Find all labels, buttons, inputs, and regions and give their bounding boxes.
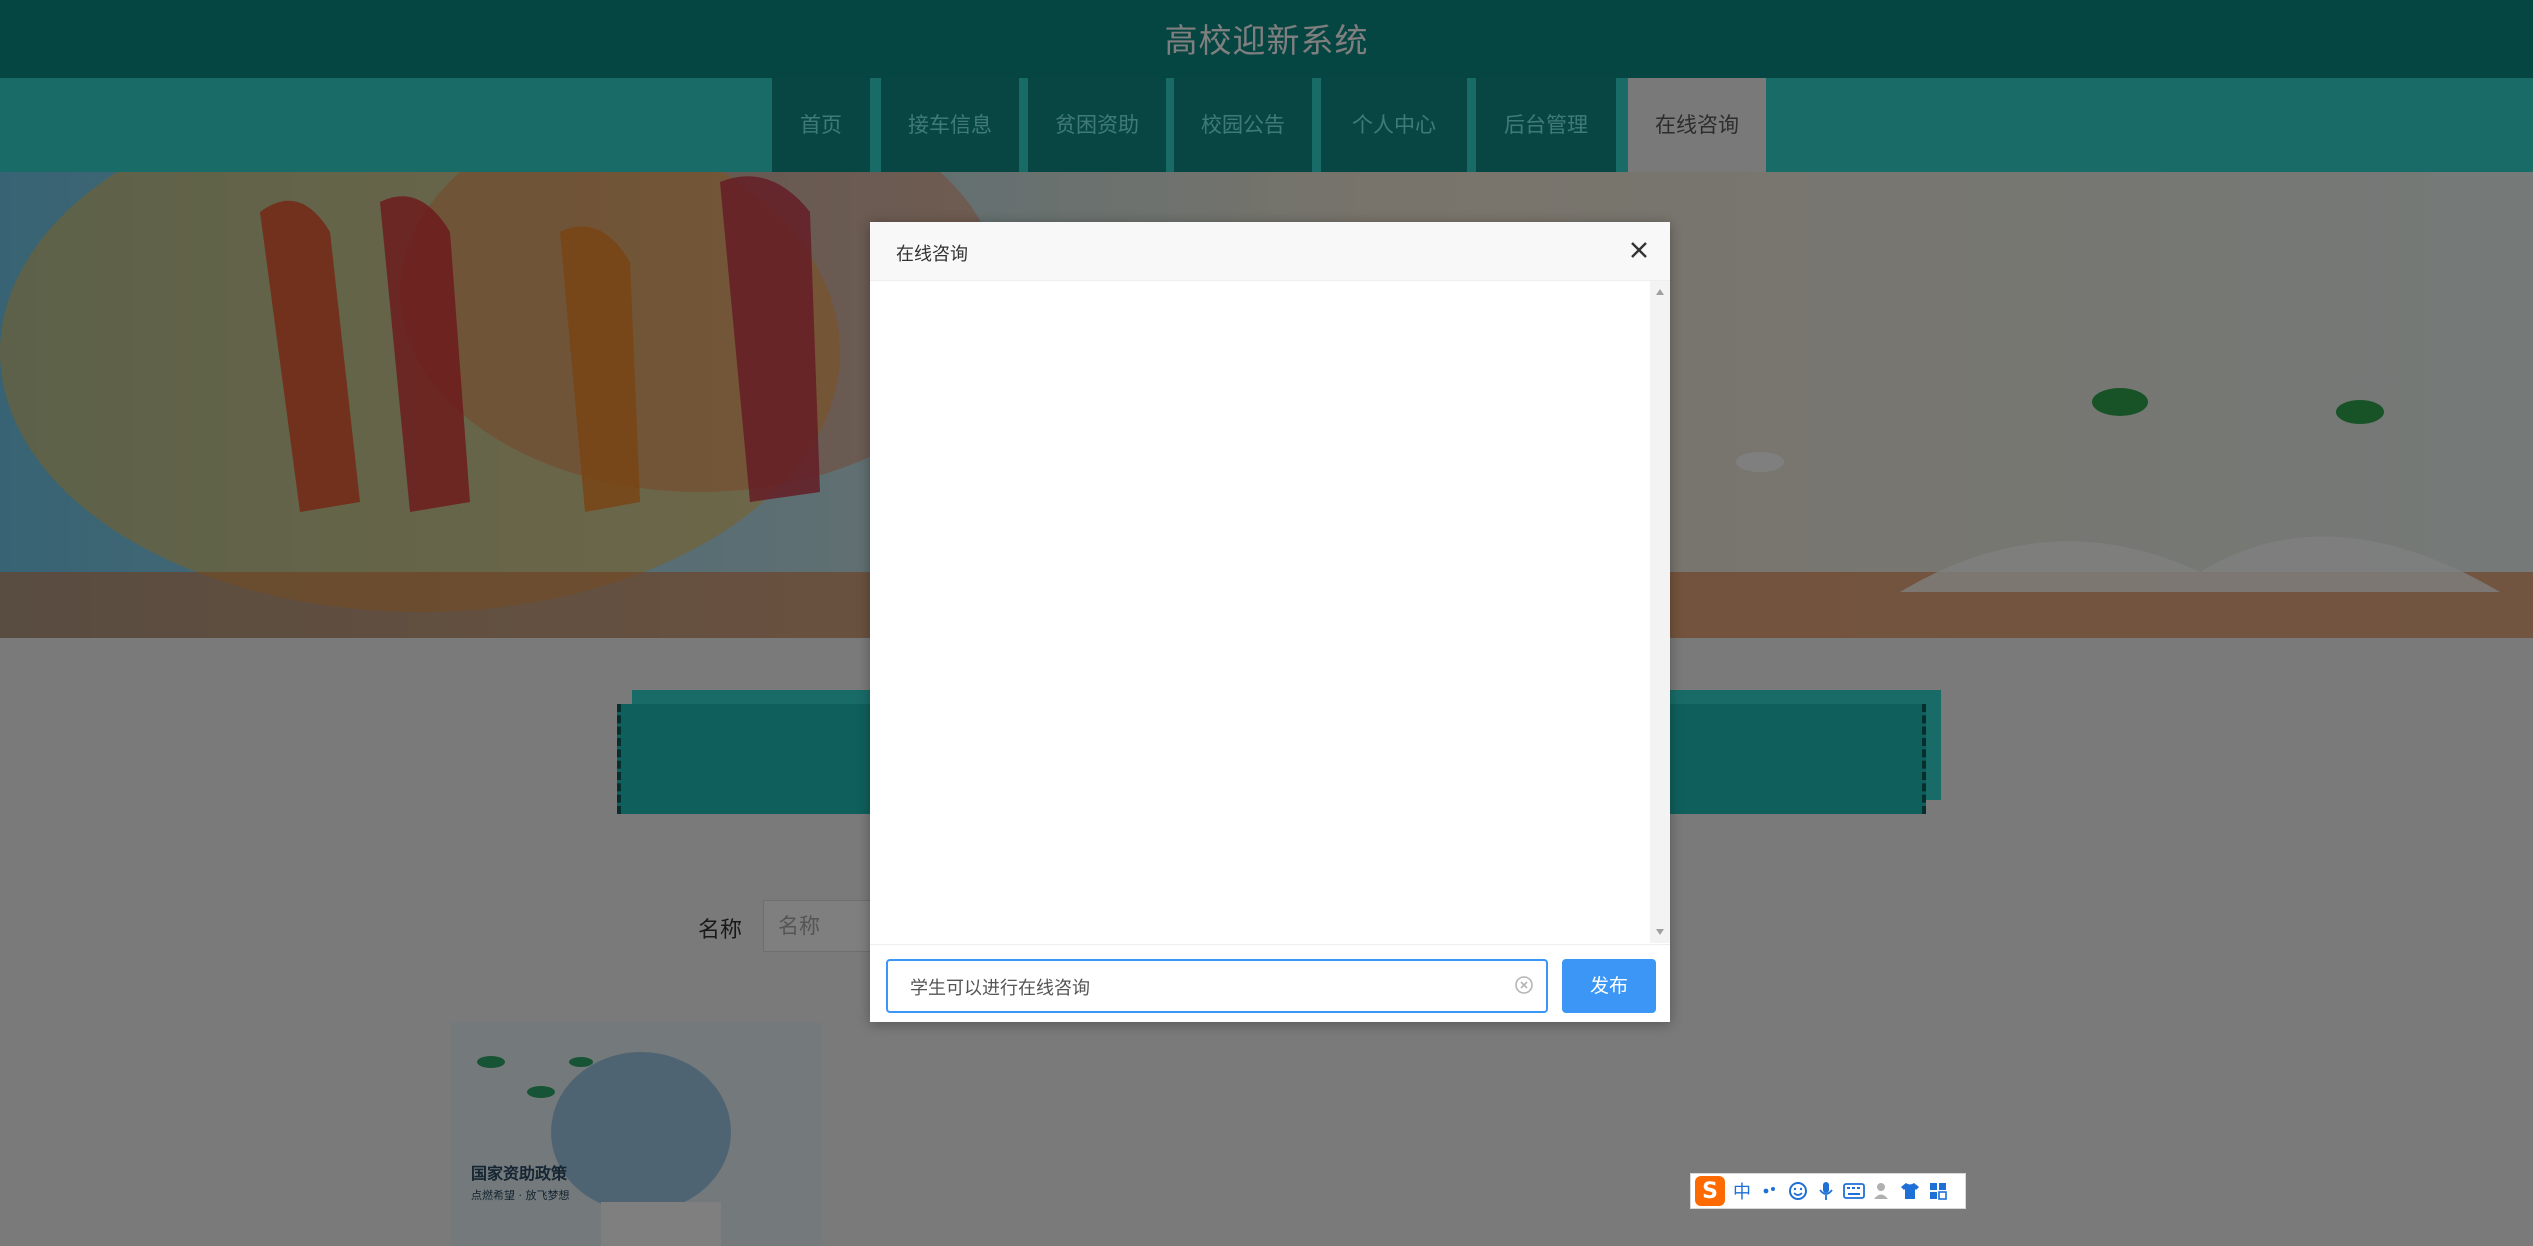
- emoji-icon[interactable]: [1787, 1178, 1809, 1204]
- chat-message-area[interactable]: [870, 281, 1650, 943]
- microphone-icon[interactable]: [1815, 1178, 1837, 1204]
- consult-modal: 在线咨询 发布: [870, 222, 1670, 1022]
- sogou-logo-icon[interactable]: S: [1695, 1176, 1725, 1206]
- modal-footer: 发布: [870, 944, 1670, 1023]
- user-account-icon[interactable]: [1871, 1178, 1893, 1204]
- close-icon[interactable]: [1626, 237, 1652, 263]
- publish-button[interactable]: 发布: [1562, 959, 1656, 1013]
- ime-toolbar: S 中: [1690, 1173, 1966, 1209]
- keyboard-icon[interactable]: [1843, 1178, 1865, 1204]
- toolbox-grid-icon[interactable]: [1927, 1178, 1949, 1204]
- skin-shirt-icon[interactable]: [1899, 1178, 1921, 1204]
- ime-mode-label[interactable]: 中: [1731, 1178, 1753, 1204]
- modal-title: 在线咨询: [896, 244, 968, 265]
- modal-header: 在线咨询: [870, 222, 1670, 281]
- chat-input-container: [886, 959, 1548, 1013]
- clear-input-icon[interactable]: [1514, 975, 1534, 995]
- scroll-up-arrow-icon[interactable]: [1656, 289, 1664, 295]
- chat-message-input[interactable]: [908, 961, 1502, 1013]
- scroll-down-arrow-icon[interactable]: [1656, 929, 1664, 935]
- chat-scrollbar[interactable]: [1650, 281, 1670, 943]
- punctuation-icon[interactable]: [1759, 1178, 1781, 1204]
